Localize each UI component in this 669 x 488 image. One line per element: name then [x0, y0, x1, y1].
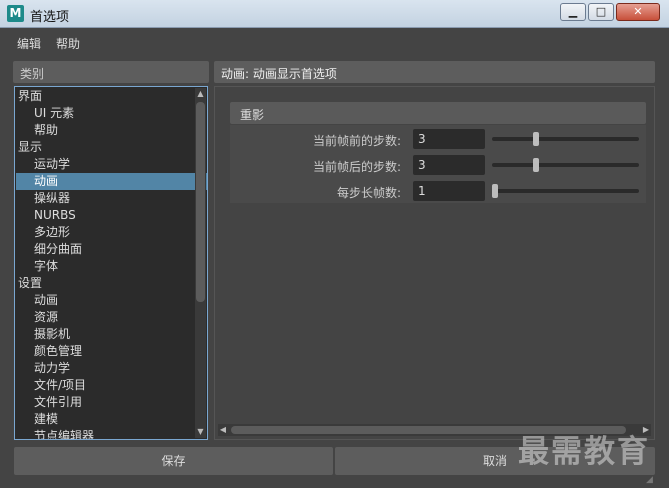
category-group[interactable]: 设置 [16, 275, 197, 292]
steps-before-slider[interactable] [492, 132, 639, 146]
save-button[interactable]: 保存 [14, 447, 333, 475]
category-item[interactable]: 文件引用 [16, 394, 207, 411]
close-button[interactable]: ✕ [616, 3, 660, 21]
app-icon: M [7, 5, 24, 22]
scroll-left-icon[interactable]: ◀ [218, 424, 228, 436]
category-item[interactable]: 操纵器 [16, 190, 207, 207]
close-icon: ✕ [633, 5, 643, 18]
category-item[interactable]: 动力学 [16, 360, 207, 377]
category-item[interactable]: 节点编辑器 [16, 428, 207, 439]
menu-edit[interactable]: 编辑 [17, 35, 41, 52]
steps-after-slider[interactable] [492, 158, 639, 172]
category-item[interactable]: 动画 [16, 292, 207, 309]
steps-before-slider-thumb[interactable] [532, 132, 539, 146]
title-bar[interactable]: M 首选项 ▁ □ ✕ [0, 0, 669, 28]
steps-after-input[interactable]: 3 [413, 155, 485, 175]
minimize-button[interactable]: ▁ [560, 3, 586, 21]
tree-vertical-scrollbar[interactable]: ▲ ▼ [195, 88, 206, 438]
category-group[interactable]: 显示 [16, 139, 197, 156]
settings-panel: 重影 当前帧前的步数: 3 当前帧后的步数: 3 每步长帧数: 1 ◀ ▶ [214, 86, 655, 440]
category-item[interactable]: NURBS [16, 207, 207, 224]
ghosting-section-header[interactable]: 重影 [230, 102, 646, 124]
category-tree[interactable]: 界面 UI 元素 帮助 显示 运动学 动画 操纵器 NURBS 多边形 细分曲面 字体 设置 动画 资源摄… [14, 86, 208, 440]
frames-per-step-slider-thumb[interactable] [492, 184, 498, 198]
ghosting-section-label: 重影 [240, 108, 265, 122]
category-item[interactable]: 资源 [16, 309, 207, 326]
window-title: 首选项 [30, 10, 70, 25]
maximize-icon: □ [595, 5, 607, 18]
minimize-icon: ▁ [568, 5, 578, 18]
steps-before-label: 当前帧前的步数: [312, 134, 401, 148]
category-item[interactable]: 运动学 [16, 156, 207, 173]
menu-help[interactable]: 帮助 [56, 35, 80, 52]
frames-per-step-input[interactable]: 1 [413, 181, 485, 201]
steps-before-input[interactable]: 3 [413, 129, 485, 149]
ghosting-section-body: 当前帧前的步数: 3 当前帧后的步数: 3 每步长帧数: 1 [230, 125, 646, 203]
watermark: 最需教育 [518, 434, 650, 470]
category-item[interactable]: 多边形 [16, 224, 207, 241]
category-item[interactable]: 动画 [16, 173, 207, 190]
category-item[interactable]: 帮助 [16, 122, 207, 139]
frames-per-step-slider[interactable] [492, 184, 639, 198]
menu-bar: 编辑 帮助 [0, 28, 669, 55]
steps-after-label: 当前帧后的步数: [312, 160, 401, 174]
maximize-button[interactable]: □ [588, 3, 614, 21]
category-item[interactable]: 颜色管理 [16, 343, 207, 360]
category-item[interactable]: UI 元素 [16, 105, 207, 122]
category-item[interactable]: 字体 [16, 258, 207, 275]
categories-header-label: 类别 [20, 67, 45, 81]
category-item[interactable]: 文件/项目 [16, 377, 207, 394]
category-item[interactable]: 建模 [16, 411, 207, 428]
panel-header: 动画: 动画显示首选项 [214, 61, 655, 83]
categories-header: 类别 [13, 61, 209, 83]
category-item[interactable]: 摄影机 [16, 326, 207, 343]
tree-scroll-thumb[interactable] [196, 102, 205, 302]
resize-grip-icon[interactable]: ◢ [646, 474, 658, 486]
scroll-down-icon[interactable]: ▼ [196, 427, 205, 437]
category-group[interactable]: 界面 [16, 88, 197, 105]
category-item[interactable]: 细分曲面 [16, 241, 207, 258]
steps-after-slider-thumb[interactable] [532, 158, 539, 172]
frames-per-step-label: 每步长帧数: [336, 186, 401, 200]
panel-title: 动画: 动画显示首选项 [221, 67, 337, 81]
scroll-up-icon[interactable]: ▲ [196, 89, 205, 99]
